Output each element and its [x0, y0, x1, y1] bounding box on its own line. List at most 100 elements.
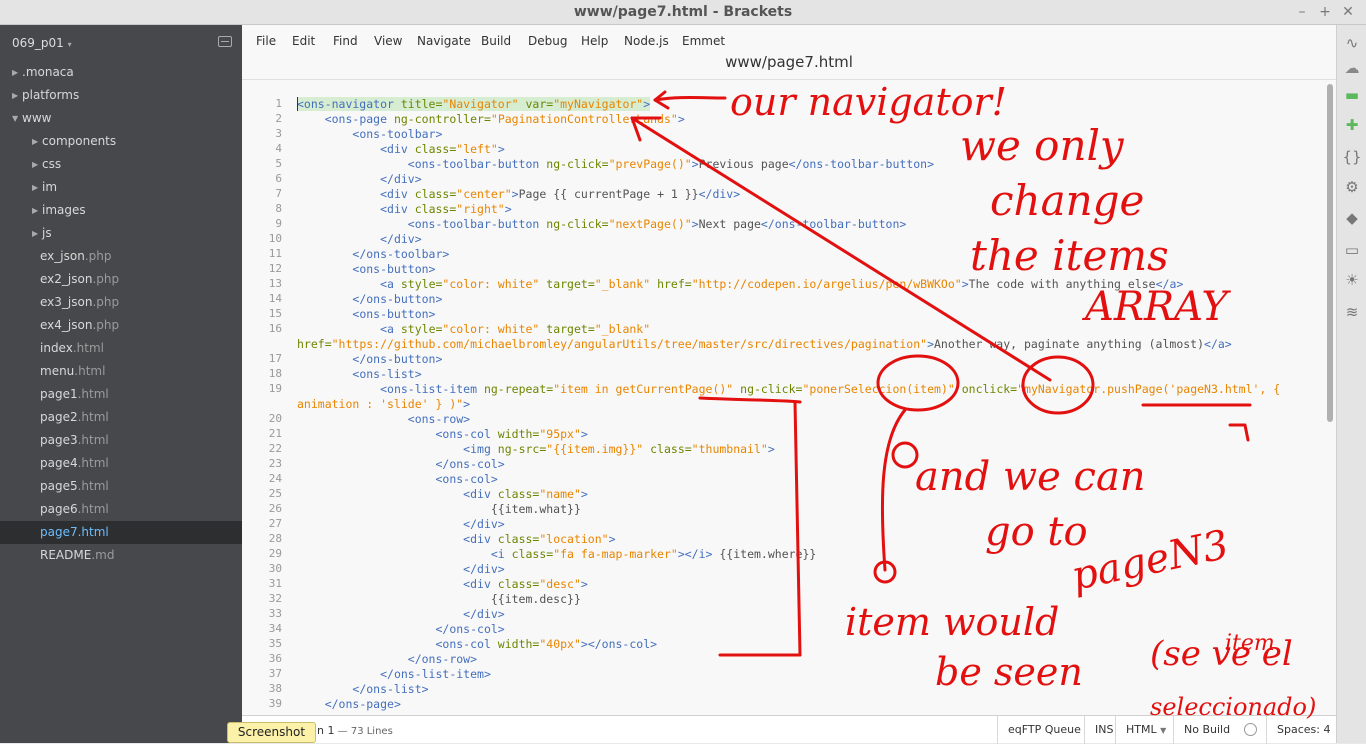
file-item[interactable]: ex_json.php — [0, 245, 242, 268]
code-line[interactable]: <div class="desc"> — [297, 577, 588, 591]
file-item[interactable]: index.html — [0, 337, 242, 360]
close-icon[interactable]: ✕ — [1338, 2, 1358, 22]
code-line[interactable]: </ons-list> — [297, 682, 428, 696]
code-line[interactable]: </div> — [297, 607, 505, 621]
file-item[interactable]: page5.html — [0, 475, 242, 498]
file-item[interactable]: README.md — [0, 544, 242, 567]
menu-file[interactable]: File — [256, 34, 276, 48]
indent-spaces-toggle[interactable]: Spaces: 4 — [1266, 716, 1336, 744]
gamepad-icon[interactable]: ⚙ — [1342, 177, 1362, 197]
layers-icon[interactable]: ≋ — [1342, 302, 1362, 322]
code-line[interactable]: <div class="name"> — [297, 487, 588, 501]
code-line[interactable]: animation : 'slide' } )"> — [297, 397, 470, 411]
chevron-right-icon[interactable]: ▶ — [12, 61, 18, 84]
file-item[interactable]: page3.html — [0, 429, 242, 452]
code-line[interactable]: </ons-page> — [297, 697, 401, 711]
code-line[interactable]: </div> — [297, 562, 505, 576]
code-line[interactable]: <ons-list> — [297, 367, 421, 381]
code-line[interactable]: <ons-navigator title="Navigator" var="my… — [297, 97, 651, 111]
code-line[interactable]: <ons-button> — [297, 307, 435, 321]
language-select[interactable]: HTML ▼ — [1115, 716, 1177, 744]
chevron-right-icon[interactable]: ▶ — [32, 199, 38, 222]
code-line[interactable]: <ons-toolbar> — [297, 127, 442, 141]
project-dropdown[interactable]: 069_p01 ▾ — [12, 36, 72, 50]
menu-help[interactable]: Help — [581, 34, 608, 48]
file-item[interactable]: page2.html — [0, 406, 242, 429]
code-line[interactable]: <a style="color: white" target="_blank" — [297, 322, 650, 336]
chevron-right-icon[interactable]: ▶ — [32, 153, 38, 176]
code-line[interactable]: </ons-list-item> — [297, 667, 491, 681]
file-item[interactable]: page1.html — [0, 383, 242, 406]
chevron-right-icon[interactable]: ▶ — [32, 176, 38, 199]
lightbulb-icon[interactable]: ☀ — [1342, 270, 1362, 290]
file-item[interactable]: page7.html — [0, 521, 242, 544]
chevron-right-icon[interactable]: ▶ — [12, 84, 18, 107]
build-status[interactable]: No Build — [1173, 716, 1268, 744]
code-line[interactable]: </ons-toolbar> — [297, 247, 449, 261]
git-icon[interactable]: ◆ — [1342, 208, 1362, 228]
menu-emmet[interactable]: Emmet — [682, 34, 725, 48]
code-line[interactable]: <ons-toolbar-button ng-click="prevPage()… — [297, 157, 934, 171]
code-editor[interactable]: 1 <ons-navigator title="Navigator" var="m… — [242, 80, 1336, 715]
code-line[interactable]: <ons-col width="40px"></ons-col> — [297, 637, 657, 651]
folder-item[interactable]: ▶ .monaca — [0, 61, 242, 84]
folder-icon[interactable]: ▭ — [1342, 240, 1362, 260]
file-item[interactable]: page6.html — [0, 498, 242, 521]
code-line[interactable]: </div> — [297, 517, 505, 531]
file-item[interactable]: menu.html — [0, 360, 242, 383]
code-line[interactable]: <ons-col> — [297, 472, 497, 486]
code-line[interactable]: </div> — [297, 172, 422, 186]
code-line[interactable]: <i class="fa fa-map-marker"></i> {{item.… — [297, 547, 816, 561]
lint-status-icon[interactable] — [1244, 723, 1257, 736]
code-line[interactable]: <div class="right"> — [297, 202, 512, 216]
folder-item[interactable]: ▶ images — [0, 199, 242, 222]
code-line[interactable]: <a style="color: white" target="_blank" … — [297, 277, 1183, 291]
ftp-queue-button[interactable]: eqFTP Queue — [997, 716, 1091, 744]
file-item[interactable]: ex4_json.php — [0, 314, 242, 337]
code-line[interactable]: <ons-button> — [297, 262, 435, 276]
code-line[interactable]: <div class="center">Page {{ currentPage … — [297, 187, 740, 201]
file-item[interactable]: page4.html — [0, 452, 242, 475]
folder-item[interactable]: ▶ components — [0, 130, 242, 153]
code-line[interactable]: <div class="left"> — [297, 142, 505, 156]
code-line[interactable]: <img ng-src="{{item.img}}" class="thumbn… — [297, 442, 775, 456]
maximize-icon[interactable]: + — [1315, 2, 1335, 22]
file-item[interactable]: ex2_json.php — [0, 268, 242, 291]
folder-item[interactable]: ▶ platforms — [0, 84, 242, 107]
folder-item[interactable]: ▼ www — [0, 107, 242, 130]
menu-find[interactable]: Find — [333, 34, 358, 48]
extension-manager-icon[interactable]: ☁ — [1342, 58, 1362, 78]
code-line[interactable]: </ons-col> — [297, 457, 504, 471]
extension-green-icon[interactable]: ▬ — [1342, 85, 1362, 105]
split-view-icon[interactable] — [218, 36, 232, 47]
code-line[interactable]: <ons-col width="95px"> — [297, 427, 587, 441]
menu-debug[interactable]: Debug — [528, 34, 567, 48]
code-line[interactable]: <ons-list-item ng-repeat="item in getCur… — [297, 382, 1280, 396]
folder-item[interactable]: ▶ css — [0, 153, 242, 176]
chevron-down-icon[interactable]: ▼ — [12, 107, 18, 130]
file-item[interactable]: ex3_json.php — [0, 291, 242, 314]
code-line[interactable]: </div> — [297, 232, 422, 246]
menu-navigate[interactable]: Navigate — [417, 34, 471, 48]
menu-nodejs[interactable]: Node.js — [624, 34, 669, 48]
menu-view[interactable]: View — [374, 34, 402, 48]
code-line[interactable]: {{item.desc}} — [297, 592, 581, 606]
code-line[interactable]: href="https://github.com/michaelbromley/… — [297, 337, 1232, 351]
menu-edit[interactable]: Edit — [292, 34, 315, 48]
code-line[interactable]: </ons-row> — [297, 652, 477, 666]
code-line[interactable]: <ons-row> — [297, 412, 470, 426]
code-line[interactable]: <ons-toolbar-button ng-click="nextPage()… — [297, 217, 907, 231]
live-preview-icon[interactable]: ∿ — [1342, 33, 1362, 53]
minimize-icon[interactable]: – — [1292, 2, 1312, 22]
vertical-scrollbar[interactable] — [1327, 84, 1333, 422]
folder-item[interactable]: ▶ js — [0, 222, 242, 245]
code-line[interactable]: </ons-button> — [297, 352, 442, 366]
code-line[interactable]: </ons-col> — [297, 622, 504, 636]
chevron-right-icon[interactable]: ▶ — [32, 130, 38, 153]
gift-icon[interactable]: ✚ — [1342, 115, 1362, 135]
code-line[interactable]: {{item.what}} — [297, 502, 581, 516]
code-line[interactable]: </ons-button> — [297, 292, 442, 306]
code-line[interactable]: <div class="location"> — [297, 532, 615, 546]
menu-build[interactable]: Build — [481, 34, 511, 48]
chevron-right-icon[interactable]: ▶ — [32, 222, 38, 245]
